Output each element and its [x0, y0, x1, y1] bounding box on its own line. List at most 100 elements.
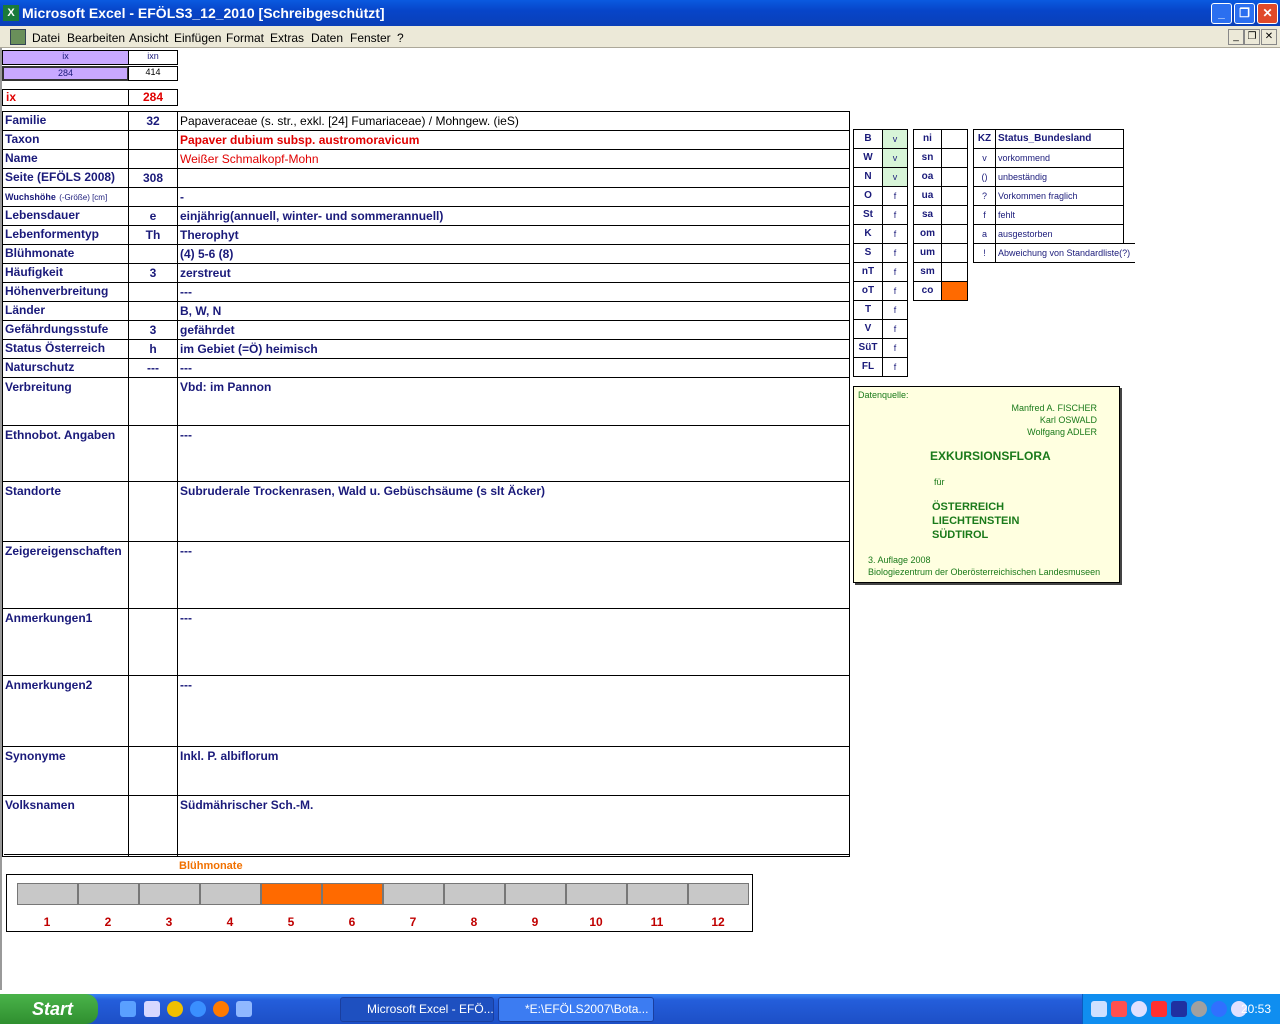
row-label-6[interactable]: Lebenformentyp [2, 225, 129, 245]
row-label-16[interactable]: Standorte [2, 481, 129, 542]
altitude-status-3[interactable] [941, 186, 968, 206]
row-text-18[interactable]: --- [177, 608, 850, 676]
row-label-8[interactable]: Häufigkeit [2, 263, 129, 283]
desktop-icon[interactable] [120, 1001, 136, 1017]
row-text-5[interactable]: einjährig(annuell, winter- und sommerann… [177, 206, 850, 226]
legend-key-3[interactable]: f [973, 205, 996, 225]
altitude-status-2[interactable] [941, 167, 968, 187]
tray-speaker-icon[interactable] [1191, 1001, 1207, 1017]
row-code-13[interactable]: --- [128, 358, 178, 378]
row-label-11[interactable]: Gefährdungsstufe [2, 320, 129, 340]
ix-header-cell[interactable]: ix [2, 50, 129, 65]
menu-fenster[interactable]: Fenster [350, 31, 391, 45]
legend-text-5[interactable]: Abweichung von Standardliste(?) [995, 243, 1135, 263]
region-status-11[interactable]: f [882, 338, 908, 358]
row-text-1[interactable]: Papaver dubium subsp. austromoravicum [177, 130, 850, 150]
region-code-8[interactable]: oT [853, 281, 883, 301]
region-status-7[interactable]: f [882, 262, 908, 282]
firefox-icon[interactable] [213, 1001, 229, 1017]
row-label-12[interactable]: Status Österreich [2, 339, 129, 359]
row-code-3[interactable]: 308 [128, 168, 178, 188]
row-code-4[interactable] [128, 187, 178, 207]
row-code-11[interactable]: 3 [128, 320, 178, 340]
region-status-9[interactable]: f [882, 300, 908, 320]
tray-alert-icon[interactable] [1111, 1001, 1127, 1017]
workbook-icon[interactable] [10, 29, 26, 45]
row-code-8[interactable]: 3 [128, 263, 178, 283]
row-text-10[interactable]: B, W, N [177, 301, 850, 321]
row-text-15[interactable]: --- [177, 425, 850, 482]
row-text-3[interactable] [177, 168, 850, 188]
altitude-status-7[interactable] [941, 262, 968, 282]
legend-key-4[interactable]: a [973, 224, 996, 244]
row-code-16[interactable] [128, 481, 178, 542]
tray-info-icon[interactable] [1211, 1001, 1227, 1017]
doc-restore-button[interactable]: ❐ [1244, 29, 1260, 45]
region-status-2[interactable]: v [882, 167, 908, 187]
altitude-code-0[interactable]: ni [913, 129, 942, 149]
row-code-21[interactable] [128, 795, 178, 857]
row-code-2[interactable] [128, 149, 178, 169]
region-code-6[interactable]: S [853, 243, 883, 263]
network-icon[interactable] [236, 1001, 252, 1017]
legend-key-1[interactable]: () [973, 167, 996, 187]
doc-close-button[interactable]: ✕ [1261, 29, 1277, 45]
region-status-10[interactable]: f [882, 319, 908, 339]
row-text-2[interactable]: Weißer Schmalkopf-Mohn [177, 149, 850, 169]
row-text-21[interactable]: Südmährischer Sch.-M. [177, 795, 850, 857]
menu-ansicht[interactable]: Ansicht [129, 31, 168, 45]
row-code-18[interactable] [128, 608, 178, 676]
region-code-11[interactable]: SüT [853, 338, 883, 358]
row-label-18[interactable]: Anmerkungen1 [2, 608, 129, 676]
row-label-3[interactable]: Seite (EFÖLS 2008) [2, 168, 129, 188]
row-code-10[interactable] [128, 301, 178, 321]
row-code-20[interactable] [128, 746, 178, 796]
tray-search-icon[interactable] [1131, 1001, 1147, 1017]
row-code-17[interactable] [128, 541, 178, 609]
row-text-16[interactable]: Subruderale Trockenrasen, Wald u. Gebüsc… [177, 481, 850, 542]
region-status-4[interactable]: f [882, 205, 908, 225]
legend-text-0[interactable]: vorkommend [995, 148, 1124, 168]
row-label-5[interactable]: Lebensdauer [2, 206, 129, 226]
row-label-13[interactable]: Naturschutz [2, 358, 129, 378]
row-text-7[interactable]: (4) 5-6 (8) [177, 244, 850, 264]
region-code-9[interactable]: T [853, 300, 883, 320]
altitude-code-4[interactable]: sa [913, 205, 942, 225]
row-code-7[interactable] [128, 244, 178, 264]
row-code-14[interactable] [128, 377, 178, 426]
ix-value-cell[interactable]: 284 [2, 66, 129, 81]
region-code-12[interactable]: FL [853, 357, 883, 377]
doc-minimize-button[interactable]: _ [1228, 29, 1244, 45]
start-button[interactable]: Start [0, 994, 98, 1024]
row-label-9[interactable]: Höhenverbreitung [2, 282, 129, 302]
legend-key-2[interactable]: ? [973, 186, 996, 206]
altitude-code-2[interactable]: oa [913, 167, 942, 187]
region-code-0[interactable]: B [853, 129, 883, 149]
region-status-5[interactable]: f [882, 224, 908, 244]
altitude-status-1[interactable] [941, 148, 968, 168]
row-label-21[interactable]: Volksnamen [2, 795, 129, 857]
menu-format[interactable]: Format [226, 31, 264, 45]
legend-key-0[interactable]: v [973, 148, 996, 168]
region-code-5[interactable]: K [853, 224, 883, 244]
row-code-15[interactable] [128, 425, 178, 482]
region-code-2[interactable]: N [853, 167, 883, 187]
legend-text-4[interactable]: ausgestorben [995, 224, 1124, 244]
row-code-5[interactable]: e [128, 206, 178, 226]
row-code-19[interactable] [128, 675, 178, 747]
row-label-14[interactable]: Verbreitung [2, 377, 129, 426]
taskbar-item-editor[interactable]: *E:\EFÖLS2007\Bota... [498, 997, 654, 1022]
row-text-8[interactable]: zerstreut [177, 263, 850, 283]
minimize-button[interactable]: _ [1211, 3, 1232, 24]
row-label-1[interactable]: Taxon [2, 130, 129, 150]
region-status-12[interactable]: f [882, 357, 908, 377]
region-status-0[interactable]: v [882, 129, 908, 149]
tray-network-icon[interactable] [1091, 1001, 1107, 1017]
row-label-0[interactable]: Familie [2, 111, 129, 131]
ie-icon[interactable] [190, 1001, 206, 1017]
row-code-6[interactable]: Th [128, 225, 178, 245]
row-label-7[interactable]: Blühmonate [2, 244, 129, 264]
menu-datei[interactable]: Datei [32, 31, 60, 45]
altitude-status-6[interactable] [941, 243, 968, 263]
explorer-icon[interactable] [144, 1001, 160, 1017]
